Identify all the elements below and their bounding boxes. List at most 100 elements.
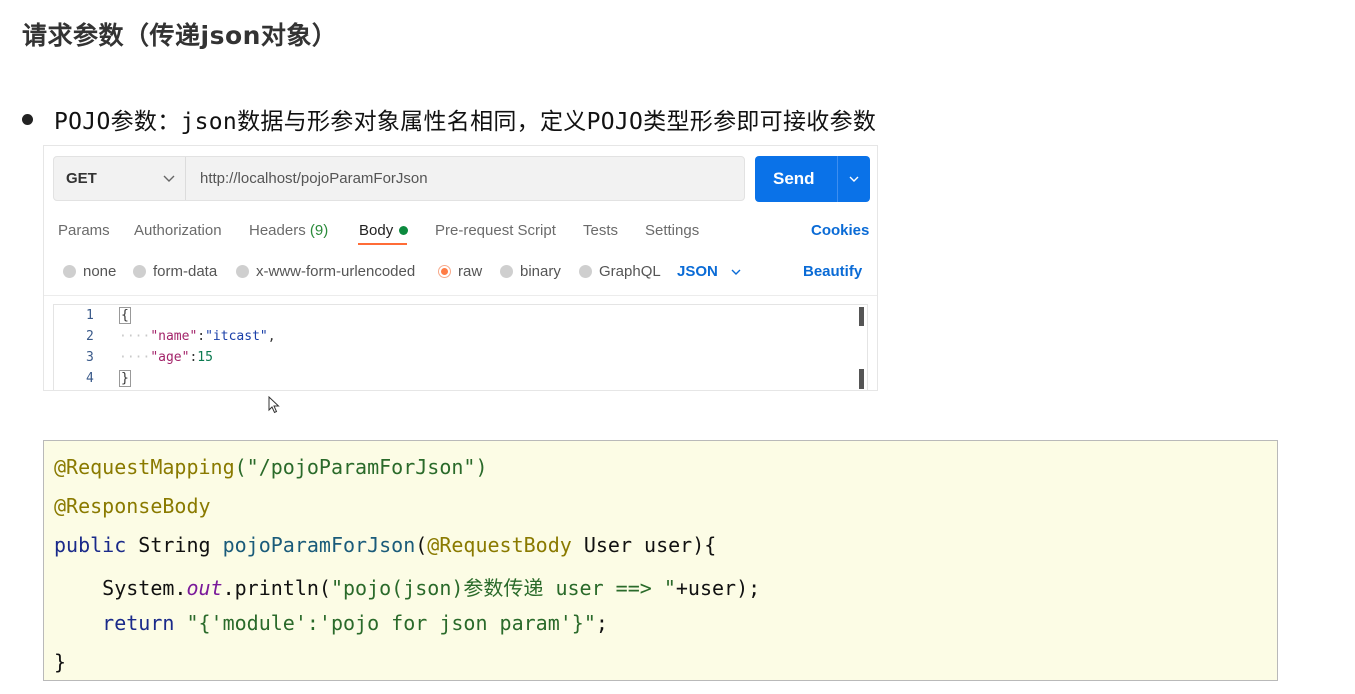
tab-headers-label: Headers — [249, 222, 306, 239]
bullet-item: POJO参数：json数据与形参对象属性名相同，定义POJO类型形参即可接收参数 — [22, 102, 876, 136]
radio-circle-icon — [236, 265, 249, 278]
tab-params[interactable]: Params — [58, 222, 110, 239]
radio-selected-icon — [438, 265, 451, 278]
code-text: String — [126, 533, 223, 557]
matched-brace: } — [119, 370, 131, 387]
page-heading: 请求参数（传递json对象） — [22, 21, 338, 50]
code-line: System.out.println("pojo(json)参数传递 user … — [54, 572, 760, 601]
mouse-pointer-icon — [268, 396, 280, 414]
code-text: ( — [415, 533, 428, 557]
send-divider — [837, 156, 838, 202]
send-label: Send — [773, 169, 815, 188]
radio-circle-icon — [63, 265, 76, 278]
string-literal: "pojo(json)参数传递 user ==> " — [330, 576, 676, 600]
radio-label: form-data — [153, 263, 218, 280]
active-tab-indicator — [358, 243, 407, 245]
matched-brace: { — [119, 307, 131, 324]
code-text: ("/pojoParamForJson") — [234, 455, 488, 479]
code-line: ····"name":"itcast", — [119, 329, 276, 344]
tab-body-label: Body — [359, 222, 394, 239]
annotation: @RequestMapping — [54, 455, 235, 479]
annotation: @RequestBody — [427, 533, 572, 557]
json-key: "name" — [150, 329, 198, 344]
radio-label: GraphQL — [599, 263, 661, 280]
chevron-down-icon — [163, 175, 175, 182]
tab-headers[interactable]: Headers (9) — [249, 222, 328, 239]
code-line: return "{'module':'pojo for json param'}… — [54, 611, 608, 635]
tab-tests[interactable]: Tests — [583, 222, 618, 239]
json-colon: : — [197, 329, 206, 344]
radio-circle-icon — [579, 265, 592, 278]
json-comma: , — [267, 329, 276, 344]
indent-guide: ···· — [119, 350, 151, 365]
format-select[interactable]: JSON — [677, 263, 718, 280]
headers-count-badge: (9) — [309, 222, 329, 239]
json-string-value: "itcast" — [205, 329, 268, 344]
json-body-editor[interactable]: 1 2 3 4 { ····"name":"itcast", ····"age"… — [53, 304, 868, 390]
url-input[interactable]: http://localhost/pojoParamForJson — [200, 170, 428, 187]
code-line: } — [119, 370, 131, 387]
radio-none[interactable]: none — [63, 263, 116, 280]
bullet-dot-icon — [22, 113, 33, 125]
scrollbar-thumb[interactable] — [859, 369, 864, 389]
annotation: @ResponseBody — [54, 494, 211, 518]
radio-label: x-www-form-urlencoded — [256, 263, 416, 280]
code-line: ····"age":15 — [119, 350, 213, 365]
code-text: +user); — [675, 576, 761, 600]
method-label: GET — [66, 170, 97, 187]
url-bar: GET http://localhost/pojoParamForJson — [53, 156, 745, 201]
code-text: User user){ — [571, 533, 717, 557]
line-number: 2 — [86, 329, 94, 344]
body-modified-dot-icon — [399, 225, 409, 235]
radio-label: none — [83, 263, 117, 280]
divider — [44, 295, 877, 296]
line-number: 3 — [86, 350, 94, 365]
tab-body[interactable]: Body — [359, 222, 409, 239]
send-button[interactable]: Send — [755, 156, 870, 202]
chevron-down-icon[interactable] — [847, 172, 861, 186]
beautify-link[interactable]: Beautify — [803, 263, 862, 280]
static-field: out — [186, 576, 223, 600]
code-line: @ResponseBody — [54, 494, 211, 518]
code-text: ; — [595, 611, 608, 635]
method-name: pojoParamForJson — [222, 533, 416, 557]
request-tabs: Params Authorization Headers (9) Body Pr… — [44, 212, 877, 248]
radio-form-data[interactable]: form-data — [133, 263, 217, 280]
radio-label: raw — [458, 263, 483, 280]
code-text: .println( — [222, 576, 331, 600]
radio-x-www-form-urlencoded[interactable]: x-www-form-urlencoded — [236, 263, 415, 280]
radio-graphql[interactable]: GraphQL — [579, 263, 661, 280]
keyword: public — [54, 533, 127, 557]
indent-guide: ···· — [119, 329, 151, 344]
tab-settings[interactable]: Settings — [645, 222, 699, 239]
code-line: } — [54, 650, 66, 674]
line-number-gutter: 1 2 3 4 — [54, 305, 114, 390]
string-literal: "{'module':'pojo for json param'}" — [186, 611, 596, 635]
json-key: "age" — [150, 350, 190, 365]
method-select[interactable]: GET — [54, 157, 186, 200]
radio-circle-icon — [500, 265, 513, 278]
body-type-options: none form-data x-www-form-urlencoded raw… — [44, 254, 877, 290]
chevron-down-icon[interactable] — [730, 266, 742, 278]
code-line: public String pojoParamForJson(@RequestB… — [54, 533, 716, 557]
code-line: { — [119, 307, 131, 324]
cookies-link[interactable]: Cookies — [811, 222, 869, 239]
code-text: System. — [54, 576, 187, 600]
postman-request-panel: GET http://localhost/pojoParamForJson Se… — [43, 145, 878, 391]
radio-label: binary — [520, 263, 561, 280]
tab-authorization[interactable]: Authorization — [134, 222, 222, 239]
radio-binary[interactable]: binary — [500, 263, 561, 280]
line-number: 4 — [86, 371, 94, 386]
code-text: } — [54, 650, 67, 674]
radio-circle-icon — [133, 265, 146, 278]
scrollbar-thumb[interactable] — [859, 307, 864, 326]
code-line: @RequestMapping("/pojoParamForJson") — [54, 455, 488, 479]
tab-pre-request-script[interactable]: Pre-request Script — [435, 222, 556, 239]
json-number-value: 15 — [197, 350, 213, 365]
keyword: return — [54, 611, 175, 635]
radio-raw[interactable]: raw — [438, 263, 482, 280]
java-code-block: @RequestMapping("/pojoParamForJson") @Re… — [43, 440, 1278, 681]
line-number: 1 — [86, 308, 94, 323]
bullet-text: POJO参数：json数据与形参对象属性名相同，定义POJO类型形参即可接收参数 — [54, 109, 877, 135]
